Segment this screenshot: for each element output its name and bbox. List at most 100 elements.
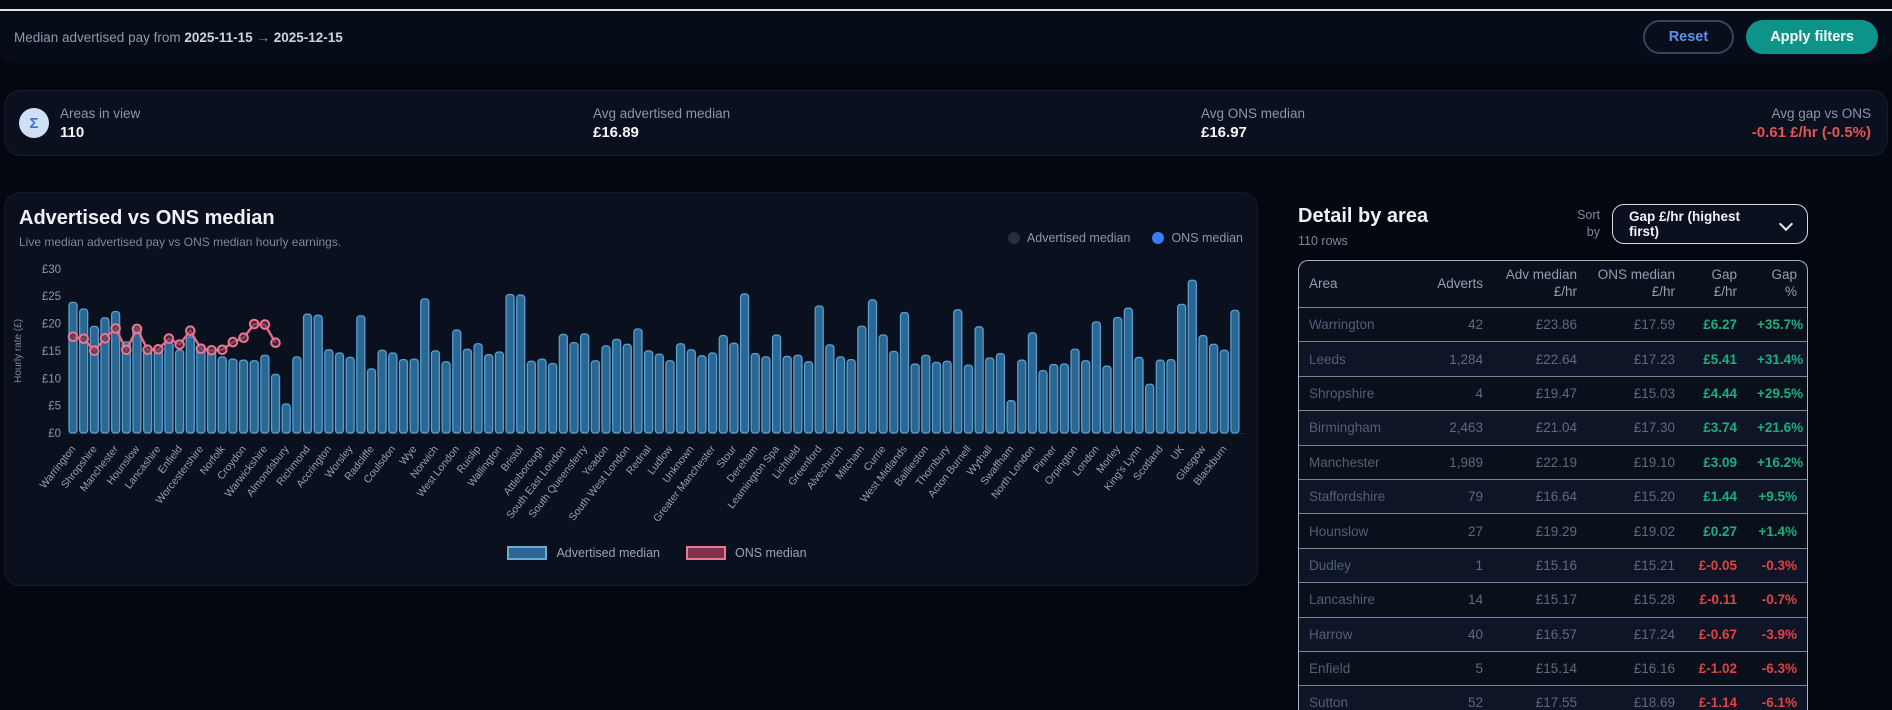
reset-button[interactable]: Reset <box>1642 20 1735 54</box>
bar[interactable] <box>654 353 664 434</box>
bar[interactable] <box>910 363 920 434</box>
bar[interactable] <box>675 343 686 434</box>
bar[interactable] <box>782 355 792 434</box>
ons-point[interactable] <box>216 344 228 356</box>
bar[interactable] <box>974 326 984 434</box>
bar[interactable] <box>1134 356 1144 434</box>
ons-point[interactable] <box>99 333 111 344</box>
bar[interactable] <box>921 354 931 434</box>
bar[interactable] <box>452 329 462 434</box>
bar[interactable] <box>281 403 291 434</box>
bar[interactable] <box>803 361 814 434</box>
bar[interactable] <box>590 360 600 434</box>
ons-point[interactable] <box>238 332 249 343</box>
bar[interactable] <box>249 360 259 434</box>
bar[interactable] <box>121 341 131 434</box>
bar[interactable] <box>174 349 185 434</box>
toggle-advertised-median[interactable]: Advertised median <box>1007 231 1130 245</box>
bar[interactable] <box>313 314 323 434</box>
table-row[interactable]: Hounslow 27 £19.29 £19.02 £0.27 +1.4% <box>1299 513 1807 547</box>
bar[interactable] <box>153 349 163 434</box>
bar[interactable] <box>761 356 771 434</box>
table-row[interactable]: Birmingham 2,463 £21.04 £17.30 £3.74 +21.6% <box>1299 410 1807 445</box>
bar[interactable] <box>1176 303 1187 434</box>
table-row[interactable]: Staffordshire 79 £16.64 £15.20 £1.44 +9.5% <box>1299 478 1807 514</box>
ons-point[interactable] <box>163 333 175 344</box>
bar[interactable] <box>771 334 782 434</box>
bar[interactable] <box>889 350 899 434</box>
bar[interactable] <box>1187 279 1197 434</box>
bar[interactable] <box>1070 348 1080 434</box>
ons-point[interactable] <box>131 323 143 335</box>
apply-filters-button[interactable]: Apply filters <box>1746 20 1878 54</box>
bar[interactable] <box>142 349 153 434</box>
bar[interactable] <box>1123 307 1133 434</box>
bar[interactable] <box>164 341 174 434</box>
bar[interactable] <box>931 361 942 434</box>
bar[interactable] <box>398 358 409 434</box>
bar[interactable] <box>558 333 569 434</box>
table-row[interactable]: Sutton 52 £17.55 £18.69 £-1.14 -6.1% <box>1299 685 1807 710</box>
bar[interactable] <box>1027 332 1038 434</box>
bar[interactable] <box>462 348 473 434</box>
bar[interactable] <box>516 294 526 434</box>
bar[interactable] <box>1230 309 1240 434</box>
ons-point[interactable] <box>142 344 153 355</box>
bar[interactable] <box>270 373 281 434</box>
bar[interactable] <box>1166 358 1176 434</box>
ons-point[interactable] <box>78 333 89 344</box>
bar[interactable] <box>580 333 590 434</box>
bar[interactable] <box>739 293 750 434</box>
bar[interactable] <box>1081 360 1091 434</box>
table-row[interactable]: Shropshire 4 £19.47 £15.03 £4.44 +29.5% <box>1299 375 1807 410</box>
bar[interactable] <box>1059 363 1070 434</box>
bar[interactable] <box>793 354 803 434</box>
ons-point[interactable] <box>67 331 79 342</box>
bar[interactable] <box>238 359 249 434</box>
bar[interactable] <box>942 360 952 434</box>
bar[interactable] <box>707 352 718 434</box>
bar[interactable] <box>953 309 963 434</box>
bar[interactable] <box>345 356 355 434</box>
bar[interactable] <box>196 343 206 434</box>
ons-point[interactable] <box>89 345 100 356</box>
bar[interactable] <box>569 342 579 434</box>
sort-select[interactable]: Gap £/hr (highest first) <box>1612 204 1808 244</box>
table-row[interactable]: Manchester 1,989 £22.19 £19.10 £3.09 +16.2% <box>1299 444 1807 479</box>
bar[interactable] <box>388 352 398 434</box>
bar[interactable] <box>526 360 537 434</box>
bar[interactable] <box>206 350 217 434</box>
bar[interactable] <box>825 344 835 434</box>
bar[interactable] <box>292 356 302 434</box>
bar[interactable] <box>1113 316 1123 434</box>
ons-point[interactable] <box>195 343 207 354</box>
bar[interactable] <box>409 358 419 434</box>
bar[interactable] <box>334 352 345 434</box>
bar[interactable] <box>1049 363 1059 434</box>
table-row[interactable]: Dudley 1 £15.16 £15.21 £-0.05 -0.3% <box>1299 547 1807 583</box>
bar[interactable] <box>1006 400 1016 434</box>
bar[interactable] <box>718 334 728 434</box>
bar[interactable] <box>857 325 867 434</box>
bar[interactable] <box>473 343 483 434</box>
bar[interactable] <box>260 354 270 434</box>
bar[interactable] <box>377 349 387 434</box>
bar[interactable] <box>622 343 632 434</box>
table-row[interactable]: Enfield 5 £15.14 £16.16 £-1.02 -6.3% <box>1299 650 1807 685</box>
toggle-ons-median[interactable]: ONS median <box>1152 231 1243 245</box>
bar[interactable] <box>835 356 846 434</box>
bar[interactable] <box>505 293 515 434</box>
bar[interactable] <box>899 311 910 434</box>
bar[interactable] <box>537 358 547 434</box>
ons-point[interactable] <box>110 323 121 334</box>
bar[interactable] <box>494 351 505 434</box>
bar[interactable] <box>228 358 238 434</box>
bar[interactable] <box>1091 321 1102 434</box>
bar[interactable] <box>217 356 227 434</box>
bar[interactable] <box>302 313 313 434</box>
bar[interactable] <box>484 354 494 434</box>
bar[interactable] <box>132 326 142 434</box>
ons-point[interactable] <box>270 337 281 348</box>
ons-point[interactable] <box>227 336 239 348</box>
bar[interactable] <box>548 362 558 434</box>
